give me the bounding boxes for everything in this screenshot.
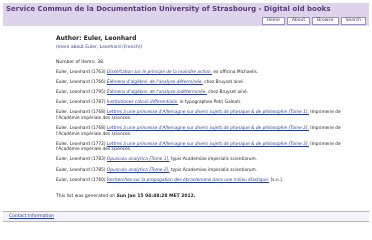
reference-title-link[interactable]: Lettres à une princesse d'Allemagne sur …: [107, 110, 309, 115]
reference-author-year: Euler, Leonhard (1768): [56, 126, 107, 132]
list-item: Euler, Leonhard (1772) Lettres à une pri…: [56, 142, 356, 153]
reference-title-link[interactable]: Recherches sur la propagation des ébranl…: [107, 178, 269, 183]
item-count: Number of items: 38.: [56, 60, 104, 65]
list-item: Euler, Leonhard (1763) Dissertation sur …: [56, 70, 356, 76]
site-title: Service Commun de la Documentation Unive…: [6, 5, 331, 13]
item-count-value: 38.: [97, 60, 105, 65]
list-item: Euler, Leonhard (1787) Institutiones cal…: [56, 100, 356, 106]
list-item: Euler, Leonhard (1760) Recherches sur la…: [56, 178, 356, 184]
nav-home-link[interactable]: Home: [261, 17, 285, 25]
reference-title-link[interactable]: Lettres à une princesse d'Allemagne sur …: [107, 142, 309, 147]
reference-author-year: Euler, Leonhard (1795): [56, 90, 107, 96]
nav-browse-link[interactable]: Browse: [312, 17, 339, 25]
reference-author-year: Euler, Leonhard (1785): [56, 167, 107, 173]
reference-publisher: chez Bruyset ainé.: [206, 90, 249, 96]
main-nav: Home About Browse Search: [261, 17, 366, 25]
reference-author-year: Euler, Leonhard (1772): [56, 141, 107, 147]
reference-author-year: Euler, Leonhard (1768): [56, 110, 107, 116]
nav-search-link[interactable]: Search: [340, 17, 366, 25]
list-item: Euler, Leonhard (1766) Élémens d'algèbre…: [56, 80, 356, 86]
more-about-author-link[interactable]: (more about Euler, Leonhard (French)): [56, 45, 142, 50]
list-item: Euler, Leonhard (1795) Élémens d'algèbre…: [56, 90, 356, 96]
generated-note: This list was generated on Sun Jan 15 04…: [56, 194, 196, 199]
list-item: Euler, Leonhard (1768) Lettres à une pri…: [56, 126, 356, 137]
reference-publisher: ex officina Michaelis.: [211, 70, 259, 75]
reference-title-link[interactable]: Institutiones calculi differentialis.: [107, 100, 178, 105]
reference-author-year: Euler, Leonhard (1766): [56, 80, 107, 86]
reference-author-year: Euler, Leonhard (1783): [56, 157, 107, 163]
main-content: Author: Euler, Leonhard (more about Eule…: [0, 30, 372, 210]
list-item: Euler, Leonhard (1768) Lettres à une pri…: [56, 110, 356, 121]
reference-publisher: typis Academiae imperialis scientiarum.: [169, 157, 258, 163]
list-item: Euler, Leonhard (1785) Opuscula analytic…: [56, 168, 356, 174]
generated-date: Sun Jan 15 04:48:28 MET 2012.: [116, 194, 196, 199]
reference-author-year: Euler, Leonhard (1763): [56, 70, 107, 75]
item-count-label: Number of items:: [56, 60, 96, 65]
reference-author-year: Euler, Leonhard (1760): [56, 177, 107, 183]
reference-author-year: Euler, Leonhard (1787): [56, 100, 107, 106]
page-title: Author: Euler, Leonhard: [56, 35, 137, 42]
contact-information-link[interactable]: Contact Information: [9, 214, 54, 219]
list-item: Euler, Leonhard (1783) Opuscula analytic…: [56, 157, 356, 163]
nav-about-link[interactable]: About: [286, 17, 311, 25]
reference-publisher: [s.n.].: [269, 177, 284, 183]
footer: Contact Information: [3, 211, 369, 222]
reference-title-link[interactable]: Élémens d'algèbre, de l'analyse détermin…: [107, 80, 203, 85]
reference-title-link[interactable]: Élémens d'algèbre, de l'analyse indéterm…: [107, 90, 207, 95]
generated-prefix: This list was generated on: [56, 194, 116, 199]
reference-title-link[interactable]: Lettres à une princesse d'Allemagne sur …: [107, 126, 309, 131]
reference-list: Euler, Leonhard (1763) Dissertation sur …: [56, 70, 356, 188]
reference-publisher: chez Bruyset ainé.: [202, 80, 245, 86]
reference-title-link[interactable]: Opuscula analytica [Tome 1].: [107, 157, 170, 162]
site-header: Service Commun de la Documentation Unive…: [3, 3, 369, 26]
reference-title-link[interactable]: Opuscula analytica [Tome 2].: [107, 168, 170, 173]
reference-title-link[interactable]: Dissertation sur le principe de la moind…: [107, 70, 212, 75]
reference-publisher: typis Academiae imperialis scientiarum.: [169, 167, 258, 173]
reference-publisher: in typographeo Petri Galeati.: [178, 100, 242, 106]
